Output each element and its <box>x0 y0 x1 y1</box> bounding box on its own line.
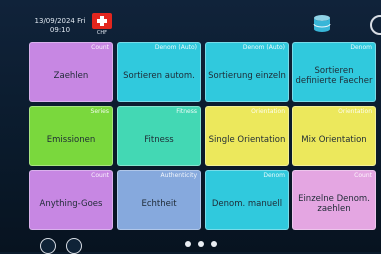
tile-label: Fitness <box>144 134 174 145</box>
tile-category: Orientation <box>338 108 372 115</box>
power-icon[interactable] <box>370 15 381 35</box>
tile-category: Orientation <box>251 108 285 115</box>
tile-category: Count <box>91 172 109 179</box>
main-screen: 13/09/2024 Fri 09:10 CHF Count Zaehlen D… <box>0 0 381 254</box>
page-indicator-dot[interactable] <box>211 241 217 247</box>
tile-label: Sortieren autom. <box>123 70 195 81</box>
tile-category: Denom <box>350 44 372 51</box>
tile-category: Series <box>90 108 109 115</box>
date-text: 13/09/2024 Fri <box>34 17 86 25</box>
tile-category: Denom <box>263 172 285 179</box>
tile-category: Denom (Auto) <box>154 44 197 51</box>
tile-mix-orientation[interactable]: Orientation Mix Orientation <box>292 106 376 166</box>
tile-category: Count <box>354 172 372 179</box>
function-grid: Count Zaehlen Denom (Auto) Sortieren aut… <box>29 42 377 232</box>
database-icon[interactable] <box>313 14 331 34</box>
tile-label: Denom. manuell <box>211 198 283 209</box>
tile-label: Emissionen <box>46 134 96 145</box>
tile-category: Fitness <box>176 108 197 115</box>
currency-code: CHF <box>96 30 108 36</box>
tile-sortieren-definierte-faecher[interactable]: Denom Sortieren definierte Faecher <box>292 42 376 102</box>
tile-sortierung-einzeln[interactable]: Denom (Auto) Sortierung einzeln <box>205 42 289 102</box>
page-indicator-dot[interactable] <box>198 241 204 247</box>
tile-label: Single Orientation <box>208 134 286 145</box>
page-indicator-dot[interactable] <box>185 241 191 247</box>
tile-label: Sortieren definierte Faecher <box>295 65 373 86</box>
tile-label: Einzelne Denom. zaehlen <box>298 193 370 214</box>
tile-anything-goes[interactable]: Count Anything-Goes <box>29 170 113 230</box>
tile-category: Count <box>91 44 109 51</box>
tile-denom-manuell[interactable]: Denom Denom. manuell <box>205 170 289 230</box>
tile-einzelne-denom-zaehlen[interactable]: Count Einzelne Denom. zaehlen <box>292 170 376 230</box>
tile-category: Denom (Auto) <box>242 44 285 51</box>
tile-single-orientation[interactable]: Orientation Single Orientation <box>205 106 289 166</box>
tile-label: Anything-Goes <box>39 198 103 209</box>
tile-echtheit[interactable]: Authenticity Echtheit <box>117 170 201 230</box>
tile-sortieren-autom[interactable]: Denom (Auto) Sortieren autom. <box>117 42 201 102</box>
tile-label: Echtheit <box>141 198 177 209</box>
tile-label: Sortierung einzeln <box>208 70 286 81</box>
swiss-flag-icon[interactable] <box>92 13 112 29</box>
date-time: 13/09/2024 Fri 09:10 <box>30 17 90 35</box>
tile-emissionen[interactable]: Series Emissionen <box>29 106 113 166</box>
time-text: 09:10 <box>49 26 71 34</box>
tile-label: Mix Orientation <box>301 134 367 145</box>
tile-category: Authenticity <box>160 172 197 179</box>
status-bar: 13/09/2024 Fri 09:10 CHF <box>0 0 381 40</box>
tile-label: Zaehlen <box>53 70 89 81</box>
tile-fitness[interactable]: Fitness Fitness <box>117 106 201 166</box>
tile-zaehlen[interactable]: Count Zaehlen <box>29 42 113 102</box>
